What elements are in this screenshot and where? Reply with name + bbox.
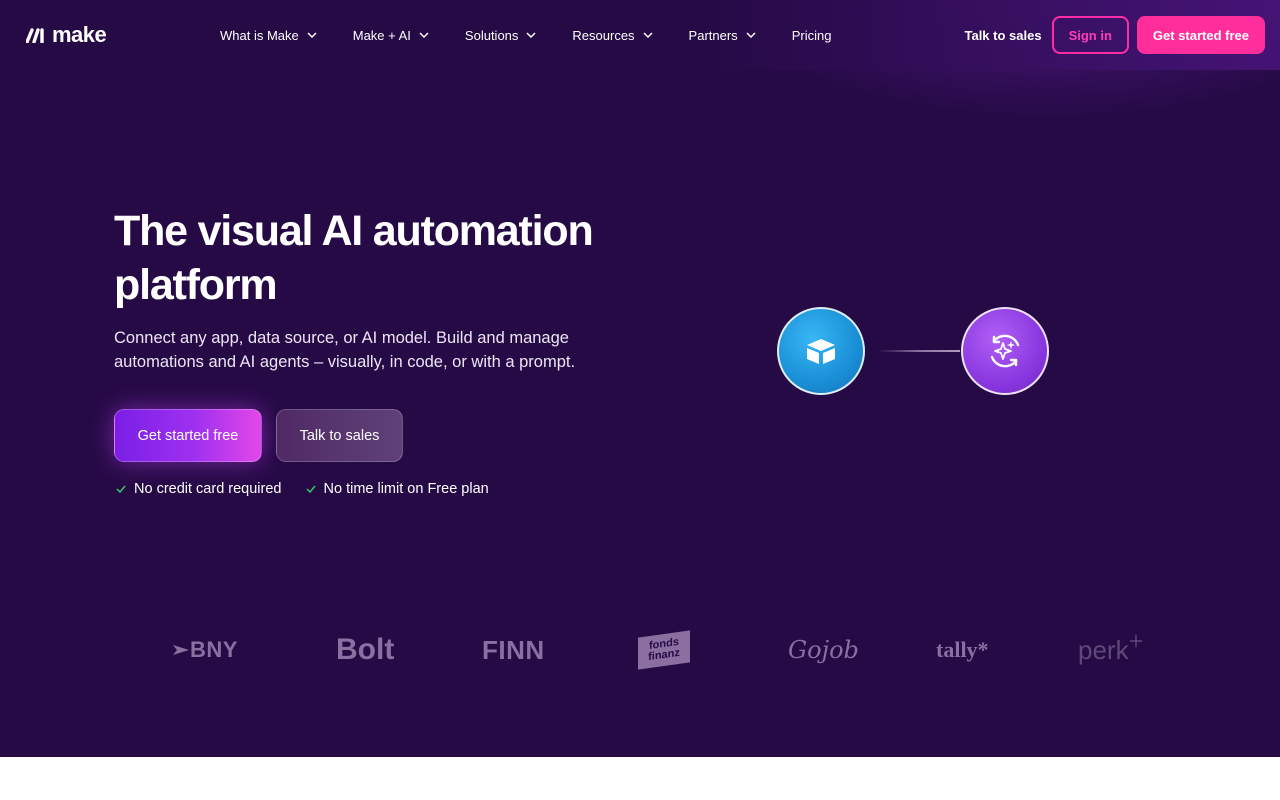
- hero-subtitle: Connect any app, data source, or AI mode…: [114, 326, 614, 374]
- nav-item-label: Make + AI: [352, 27, 411, 43]
- box-icon: [807, 339, 835, 364]
- hero-title-line-2: platform: [114, 261, 278, 309]
- bolt-logo: Bolt: [336, 633, 395, 666]
- bny-logo: BNY: [172, 625, 238, 675]
- nav-item-resources[interactable]: Resources: [572, 27, 653, 43]
- check-icon: [305, 485, 316, 493]
- chevron-down-icon: [419, 32, 429, 38]
- bny-logo-text: BNY: [190, 637, 238, 662]
- chevron-down-icon: [526, 32, 536, 38]
- get-started-button[interactable]: Get started free: [1136, 16, 1265, 54]
- nav-item-label: Resources: [572, 27, 635, 43]
- perk-item: No credit card required: [116, 481, 282, 497]
- nav-actions: Talk to sales Sign in Get started free: [964, 16, 1265, 54]
- perk-logo-text: perk: [1078, 634, 1129, 665]
- fonds-finanz-badge: fonds finanz: [638, 630, 690, 670]
- bny-arrow-icon: [173, 645, 189, 655]
- tally-logo: tally*: [936, 637, 989, 662]
- nav-item-label: Pricing: [791, 27, 832, 43]
- hero-title: The visual AI automation platform: [114, 204, 634, 312]
- nav-item-label: Partners: [688, 27, 738, 43]
- customer-logos: BNY Bolt FINN fonds finanz Gojob tally* …: [150, 625, 1160, 675]
- perk-label: No credit card required: [134, 481, 282, 497]
- hero-get-started-button[interactable]: Get started free: [114, 409, 262, 462]
- chevron-down-icon: [643, 32, 653, 38]
- make-logo[interactable]: make: [26, 22, 107, 48]
- nav-item-partners[interactable]: Partners: [689, 28, 756, 43]
- perk-plus-icon: [1129, 635, 1142, 647]
- finn-logo: FINN: [482, 634, 545, 665]
- gojob-logo: Gojob: [788, 636, 859, 664]
- hero-talk-to-sales-button[interactable]: Talk to sales: [276, 409, 403, 462]
- perk-logo: perk: [1078, 625, 1142, 675]
- hero-section: make What is Make Make + AI Solutions Re…: [0, 0, 1280, 757]
- nav-item-pricing[interactable]: Pricing: [792, 28, 832, 43]
- perk-item: No time limit on Free plan: [305, 481, 489, 497]
- make-logo-mark-icon: [26, 28, 44, 43]
- perk-label: No time limit on Free plan: [323, 481, 489, 497]
- hero-subtitle-line-2: automations and AI agents – visually, in…: [114, 353, 576, 371]
- nav-item-label: Solutions: [464, 27, 519, 43]
- ai-sparkle-icon: [990, 334, 1020, 368]
- nav-item-label: What is Make: [220, 27, 299, 43]
- ai-node-sparkle: [961, 307, 1049, 395]
- sign-in-button[interactable]: Sign in: [1051, 16, 1129, 54]
- top-navigation: make What is Make Make + AI Solutions Re…: [0, 0, 1280, 70]
- app-node-box: [777, 307, 865, 395]
- chevron-down-icon: [307, 32, 317, 38]
- hero-title-line-1: The visual AI automation: [114, 207, 594, 255]
- fonds-finanz-logo: fonds finanz: [638, 625, 690, 675]
- nav-item-make-ai[interactable]: Make + AI: [353, 28, 429, 43]
- logo-wordmark: make: [52, 22, 107, 47]
- hero-subtitle-line-1: Connect any app, data source, or AI mode…: [114, 329, 569, 347]
- node-connector: [878, 350, 960, 352]
- chevron-down-icon: [746, 32, 756, 38]
- fonds-finanz-bottom: finanz: [648, 646, 680, 664]
- nav-menu: What is Make Make + AI Solutions Resourc…: [220, 0, 867, 70]
- perks-list: No credit card required No time limit on…: [116, 481, 489, 497]
- nav-item-what-is-make[interactable]: What is Make: [220, 28, 317, 43]
- check-icon: [116, 485, 126, 493]
- talk-to-sales-link[interactable]: Talk to sales: [964, 28, 1041, 43]
- nav-item-solutions[interactable]: Solutions: [465, 28, 536, 43]
